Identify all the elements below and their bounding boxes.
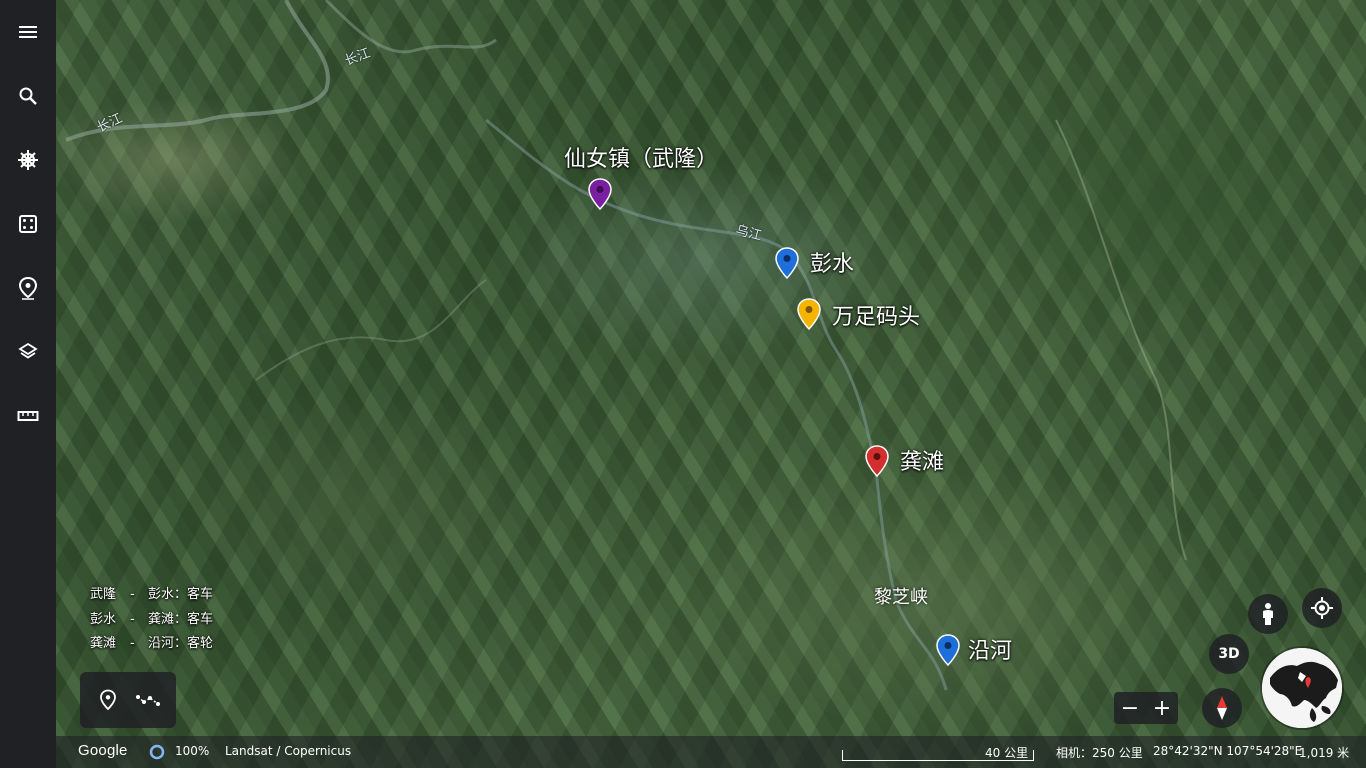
placemark-label[interactable]: 龚滩 xyxy=(900,444,944,476)
river-overlay xyxy=(65,0,1187,691)
scale-label: 40 公里 xyxy=(985,746,1029,760)
street-view-button[interactable] xyxy=(1248,594,1288,634)
legend-row: 武隆 - 彭水：客车 xyxy=(90,583,213,608)
place-label-lizhixia: 黎芝峡 xyxy=(874,587,928,608)
status-bar: Google 100% Landsat / Copernicus 40 公里 相… xyxy=(56,736,1366,768)
overview-globe[interactable] xyxy=(1262,648,1342,728)
legend-separator: - xyxy=(130,636,135,651)
crosshair-location-icon xyxy=(1311,597,1333,619)
zoom-control: − + xyxy=(1114,692,1178,724)
measure-button[interactable] xyxy=(0,396,56,436)
placemark-label[interactable]: 彭水 xyxy=(810,246,854,278)
legend-row: 彭水 - 龚滩：客车 xyxy=(90,608,213,633)
legend-to: 沿河 xyxy=(148,636,175,651)
path-icon xyxy=(136,695,160,706)
legend-separator: - xyxy=(130,611,135,627)
dice-icon xyxy=(19,215,37,233)
add-placemark-button[interactable] xyxy=(92,684,124,716)
menu-icon xyxy=(19,26,37,38)
legend-mode: ：客车 xyxy=(174,611,214,627)
map-style-button[interactable] xyxy=(0,332,56,372)
imagery-attribution[interactable]: Landsat / Copernicus xyxy=(225,744,351,758)
search-button[interactable] xyxy=(0,76,56,116)
legend-separator: - xyxy=(130,587,135,602)
feeling-lucky-button[interactable] xyxy=(0,204,56,244)
cursor-coordinates: 28°42'32"N 107°54'28"E xyxy=(1153,744,1303,758)
placemark-label[interactable]: 万足码头 xyxy=(832,299,920,331)
placemark-pin-pengshui[interactable] xyxy=(775,247,799,280)
placemark-pin-yanhe[interactable] xyxy=(936,634,960,667)
loading-indicator xyxy=(149,744,165,763)
legend-from: 武隆 xyxy=(90,587,117,602)
search-icon xyxy=(19,87,37,105)
legend-from: 龚滩 xyxy=(90,636,117,651)
google-logo: Google xyxy=(78,742,128,759)
progress-ring-icon xyxy=(149,744,165,760)
my-location-button[interactable] xyxy=(1302,588,1342,628)
projects-button[interactable] xyxy=(0,268,56,308)
placemark-pin-wanzu[interactable] xyxy=(797,298,821,331)
ship-wheel-icon xyxy=(18,150,38,170)
legend-row: 龚滩 - 沿河：客轮 xyxy=(90,632,213,657)
zoom-out-button[interactable]: − xyxy=(1114,692,1146,724)
elevation: 1,019 米 xyxy=(1299,746,1350,760)
placemark-label[interactable]: 沿河 xyxy=(968,633,1012,665)
legend-from: 彭水 xyxy=(90,611,117,627)
map-view[interactable]: 长江 长江 乌江 黎芝峡 仙女镇（武隆） 彭水 万足码头 龚滩 沿河 xyxy=(56,0,1366,768)
legend-to: 龚滩 xyxy=(148,611,175,627)
placemark-pin-xiannvzhen[interactable] xyxy=(588,178,612,211)
route-legend: 武隆 - 彭水：客车 彭水 - 龚滩：客车 龚滩 - 沿河：客轮 xyxy=(90,583,213,657)
layers-icon xyxy=(18,342,38,359)
zoom-in-button[interactable]: + xyxy=(1146,692,1178,724)
progress-percent: 100% xyxy=(175,744,210,758)
legend-mode: ：客车 xyxy=(174,587,214,602)
drawing-toolbox xyxy=(80,672,176,728)
add-path-button[interactable] xyxy=(132,684,164,716)
camera-altitude: 相机：250 公里 xyxy=(1056,746,1143,760)
legend-mode: ：客轮 xyxy=(174,636,214,651)
voyager-button[interactable] xyxy=(0,140,56,180)
menu-button[interactable] xyxy=(0,12,56,52)
ruler-icon xyxy=(17,411,39,421)
legend-to: 彭水 xyxy=(148,587,175,602)
pegman-icon xyxy=(1263,603,1273,625)
compass-icon xyxy=(1217,696,1227,720)
toggle-3d-button[interactable]: 3D xyxy=(1209,634,1249,674)
globe-map-icon xyxy=(1262,648,1342,728)
map-pin-icon xyxy=(18,276,38,300)
placemark-pin-gongtan[interactable] xyxy=(865,445,889,478)
placemark-label[interactable]: 仙女镇（武隆） xyxy=(564,141,718,173)
sidebar xyxy=(0,0,56,768)
compass-button[interactable] xyxy=(1202,688,1242,728)
placemark-icon xyxy=(100,689,116,711)
